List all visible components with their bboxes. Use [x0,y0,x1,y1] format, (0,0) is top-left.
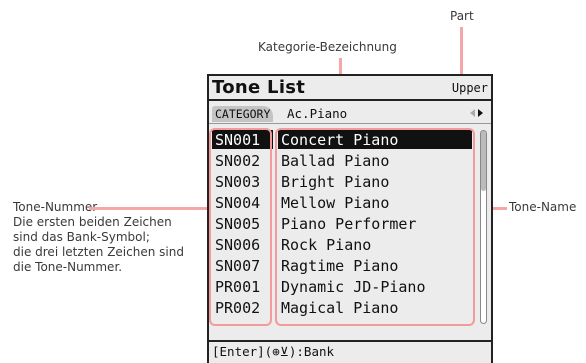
category-divider [209,123,491,124]
screen-title: Tone List [212,77,306,98]
arrow-left-icon[interactable] [470,109,475,117]
footer-hint: [Enter](⊕⊻):Bank [212,344,335,359]
list-scrollbar[interactable] [480,130,487,324]
tone-list-screen: Tone List Upper CATEGORY Ac.Piano SN001 … [207,74,493,363]
title-divider [209,99,491,101]
category-value: Ac.Piano [287,106,348,121]
tone-number-line: die drei letzten Zeichen sind [13,245,184,259]
arrow-right-icon[interactable] [478,109,483,117]
category-row[interactable]: CATEGORY Ac.Piano [209,106,491,123]
tone-number-line: sind das Bank-Symbol; [13,230,150,244]
tone-number-leader [89,207,210,210]
category-annotation: Kategorie-Bezeichnung [258,40,397,54]
tone-name-highlight [275,128,475,326]
scrollbar-thumb[interactable] [481,131,486,191]
category-tab: CATEGORY [212,106,274,122]
part-leader [460,27,463,77]
tone-number-line: Tone-Nummer [13,200,98,214]
tone-name-annotation: Tone-Name [509,200,577,214]
part-annotation: Part [450,9,474,23]
tone-number-line: die Tone-Nummer. [13,260,123,274]
footer-divider [209,340,491,342]
title-bar: Tone List Upper [209,76,491,98]
tone-number-line: Die ersten beiden Zeichen [13,215,172,229]
tone-number-highlight [209,128,272,326]
part-value: Upper [451,81,488,95]
